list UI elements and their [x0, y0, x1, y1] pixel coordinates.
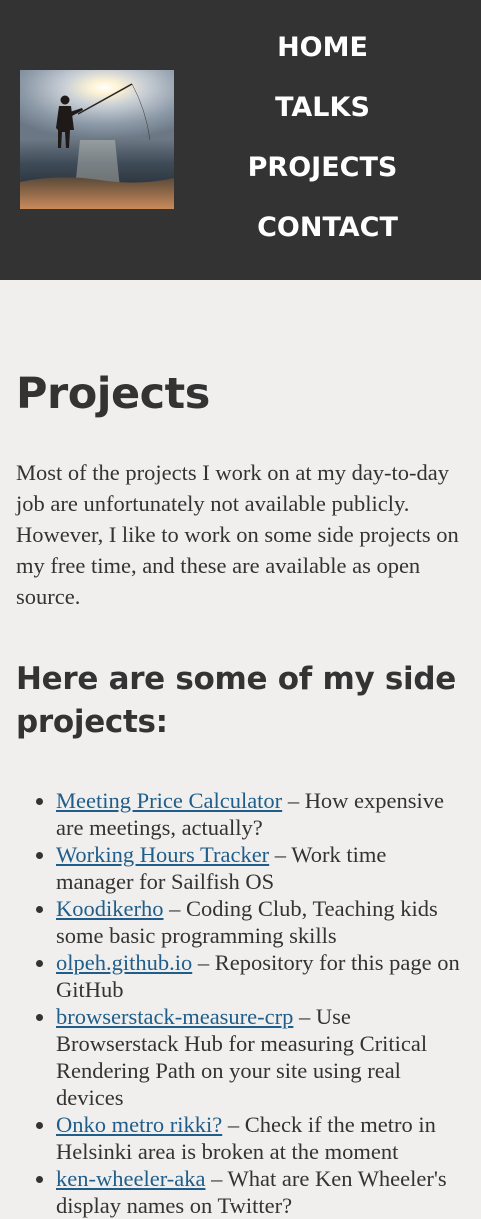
list-item: ken-wheeler-aka – What are Ken Wheeler's… [56, 1165, 466, 1219]
project-link-ken-wheeler-aka[interactable]: ken-wheeler-aka [56, 1166, 205, 1191]
list-item: Meeting Price Calculator – How expensive… [56, 787, 466, 841]
nav-link-talks[interactable]: TALKS [174, 88, 471, 128]
list-item: Onko metro rikki? – Check if the metro i… [56, 1111, 466, 1165]
site-header: HOME TALKS PROJECTS CONTACT [0, 0, 481, 280]
project-link-browserstack-measure-crp[interactable]: browserstack-measure-crp [56, 1004, 293, 1029]
nav-link-home[interactable]: HOME [174, 28, 471, 68]
fisherman-photo-image [20, 70, 174, 209]
projects-heading: Here are some of my side projects: [16, 661, 456, 740]
profile-photo [20, 70, 174, 209]
project-link-koodikerho[interactable]: Koodikerho [56, 896, 163, 921]
nav-link-projects[interactable]: PROJECTS [174, 148, 471, 188]
list-item: Working Hours Tracker – Work time manage… [56, 841, 466, 895]
main-nav: HOME TALKS PROJECTS CONTACT [174, 0, 481, 280]
project-link-olpeh-github-io[interactable]: olpeh.github.io [56, 950, 192, 975]
list-item: olpeh.github.io – Repository for this pa… [56, 949, 466, 1003]
project-link-meeting-price-calculator[interactable]: Meeting Price Calculator [56, 788, 282, 813]
intro-paragraph: Most of the projects I work on at my day… [16, 460, 459, 609]
nav-link-contact[interactable]: CONTACT [174, 208, 481, 248]
page-title: Projects [16, 369, 210, 419]
list-item: browserstack-measure-crp – Use Browserst… [56, 1003, 466, 1111]
list-item: Koodikerho – Coding Club, Teaching kids … [56, 895, 466, 949]
project-link-onko-metro-rikki[interactable]: Onko metro rikki? [56, 1112, 222, 1137]
project-link-working-hours-tracker[interactable]: Working Hours Tracker [56, 842, 269, 867]
projects-list: Meeting Price Calculator – How expensive… [16, 787, 466, 1219]
main-content: Projects Most of the projects I work on … [16, 280, 466, 1219]
